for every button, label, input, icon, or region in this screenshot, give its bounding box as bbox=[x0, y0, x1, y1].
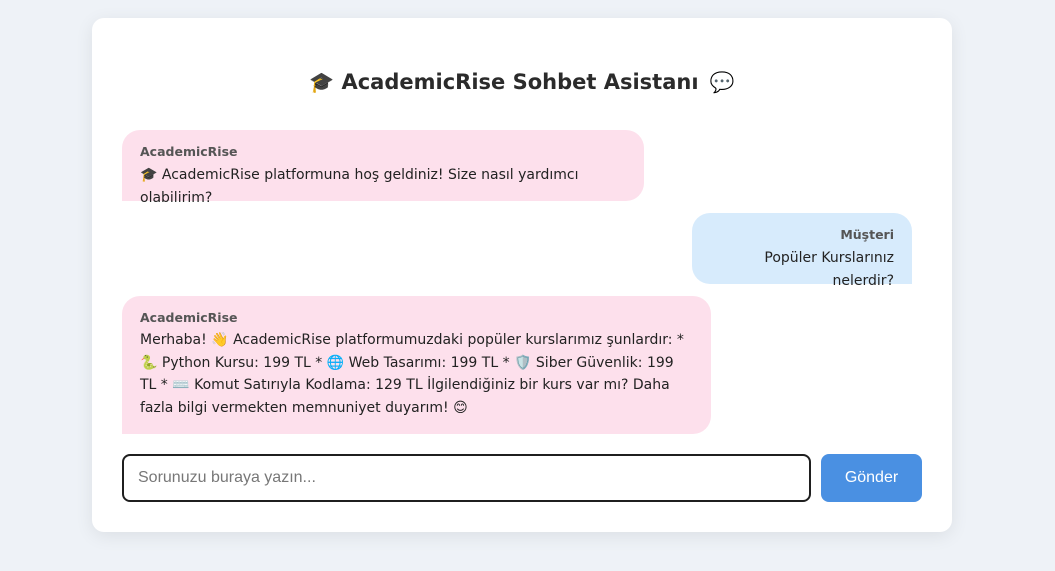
chat-message-bot: AcademicRise 🎓 AcademicRise platformuna … bbox=[122, 130, 644, 206]
message-sender: Müşteri bbox=[840, 227, 894, 242]
graduation-cap-icon: 🎓 bbox=[309, 70, 335, 94]
chat-message-bot: AcademicRise Merhaba! 👋 AcademicRise pla… bbox=[122, 296, 711, 434]
message-text: Popüler Kurslarınız nelerdir? bbox=[764, 250, 894, 289]
message-text: 🎓 AcademicRise platformuna hoş geldiniz!… bbox=[140, 167, 579, 206]
page-title-text: AcademicRise Sohbet Asistanı bbox=[341, 70, 699, 94]
chat-card: 🎓 AcademicRise Sohbet Asistanı 💬 Academi… bbox=[92, 18, 952, 532]
message-text: Merhaba! 👋 AcademicRise platformumuzdaki… bbox=[140, 332, 684, 416]
speech-bubble-icon: 💬 bbox=[709, 70, 735, 94]
page-title: 🎓 AcademicRise Sohbet Asistanı 💬 bbox=[92, 70, 952, 94]
message-input[interactable] bbox=[122, 454, 811, 502]
composer: Gönder bbox=[122, 454, 922, 502]
message-sender: AcademicRise bbox=[140, 144, 238, 159]
send-button[interactable]: Gönder bbox=[821, 454, 922, 502]
message-sender: AcademicRise bbox=[140, 310, 238, 325]
chat-message-user: Müşteri Popüler Kurslarınız nelerdir? bbox=[692, 213, 912, 289]
